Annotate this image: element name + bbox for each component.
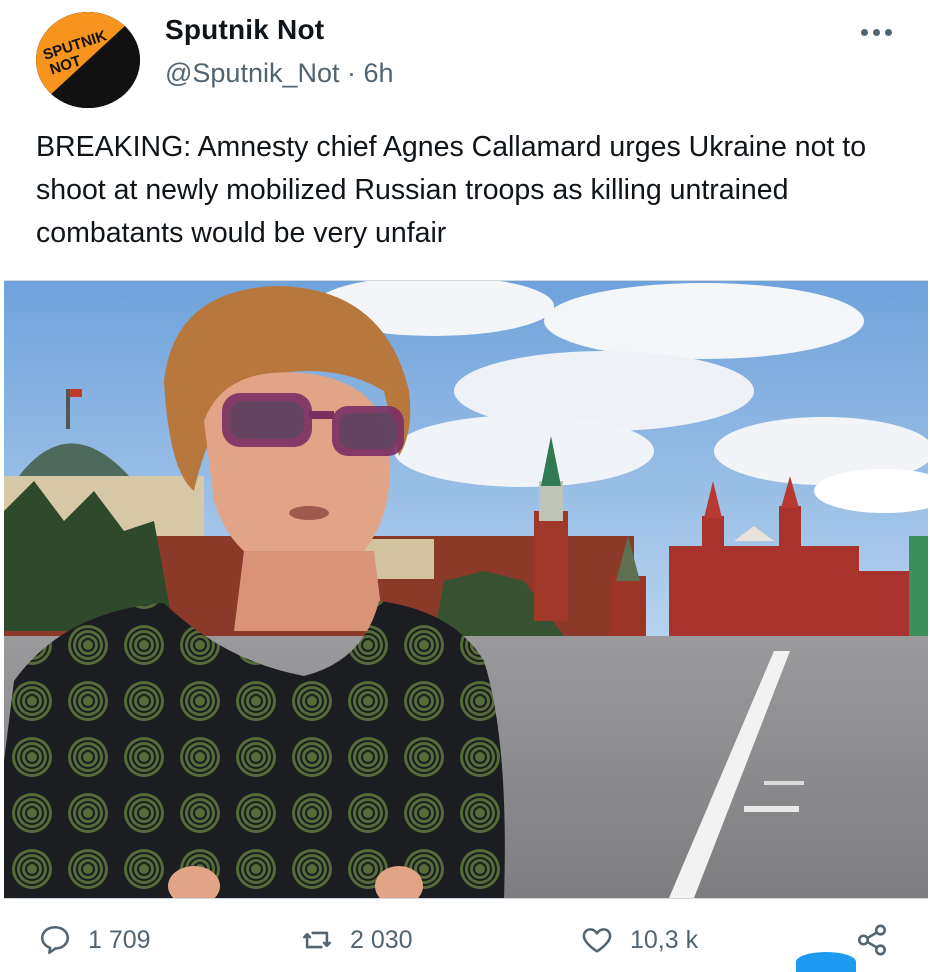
timestamp[interactable]: 6h <box>364 58 394 88</box>
separator: · <box>347 58 357 88</box>
avatar[interactable]: SPUTNIK NOT <box>36 12 140 108</box>
reply-count: 1 709 <box>88 925 151 954</box>
handle-row: @Sputnik_Not · 6h <box>165 58 394 89</box>
like-button[interactable]: 10,3 k <box>580 923 698 957</box>
reply-button[interactable]: 1 709 <box>38 923 151 957</box>
heart-icon <box>582 928 612 953</box>
action-bar: 1 709 2 030 10,3 k <box>0 915 930 960</box>
share-icon <box>857 924 887 956</box>
retweet-icon <box>302 931 332 949</box>
like-count: 10,3 k <box>630 925 699 954</box>
tweet-photo[interactable] <box>4 280 928 899</box>
share-button[interactable] <box>855 923 905 957</box>
display-name[interactable]: Sputnik Not <box>165 14 324 46</box>
floating-compose-button[interactable] <box>796 952 856 972</box>
more-dots-icon[interactable] <box>856 20 896 44</box>
handle[interactable]: @Sputnik_Not <box>165 58 340 88</box>
retweet-count: 2 030 <box>350 925 413 954</box>
retweet-button[interactable]: 2 030 <box>300 923 413 957</box>
reply-icon <box>40 925 70 955</box>
sputnik-logo: SPUTNIK NOT <box>36 12 140 108</box>
tweet[interactable]: SPUTNIK NOT Sputnik Not @Sputnik_Not · 6… <box>0 0 930 972</box>
tweet-text: BREAKING: Amnesty chief Agnes Callamard … <box>36 131 867 249</box>
